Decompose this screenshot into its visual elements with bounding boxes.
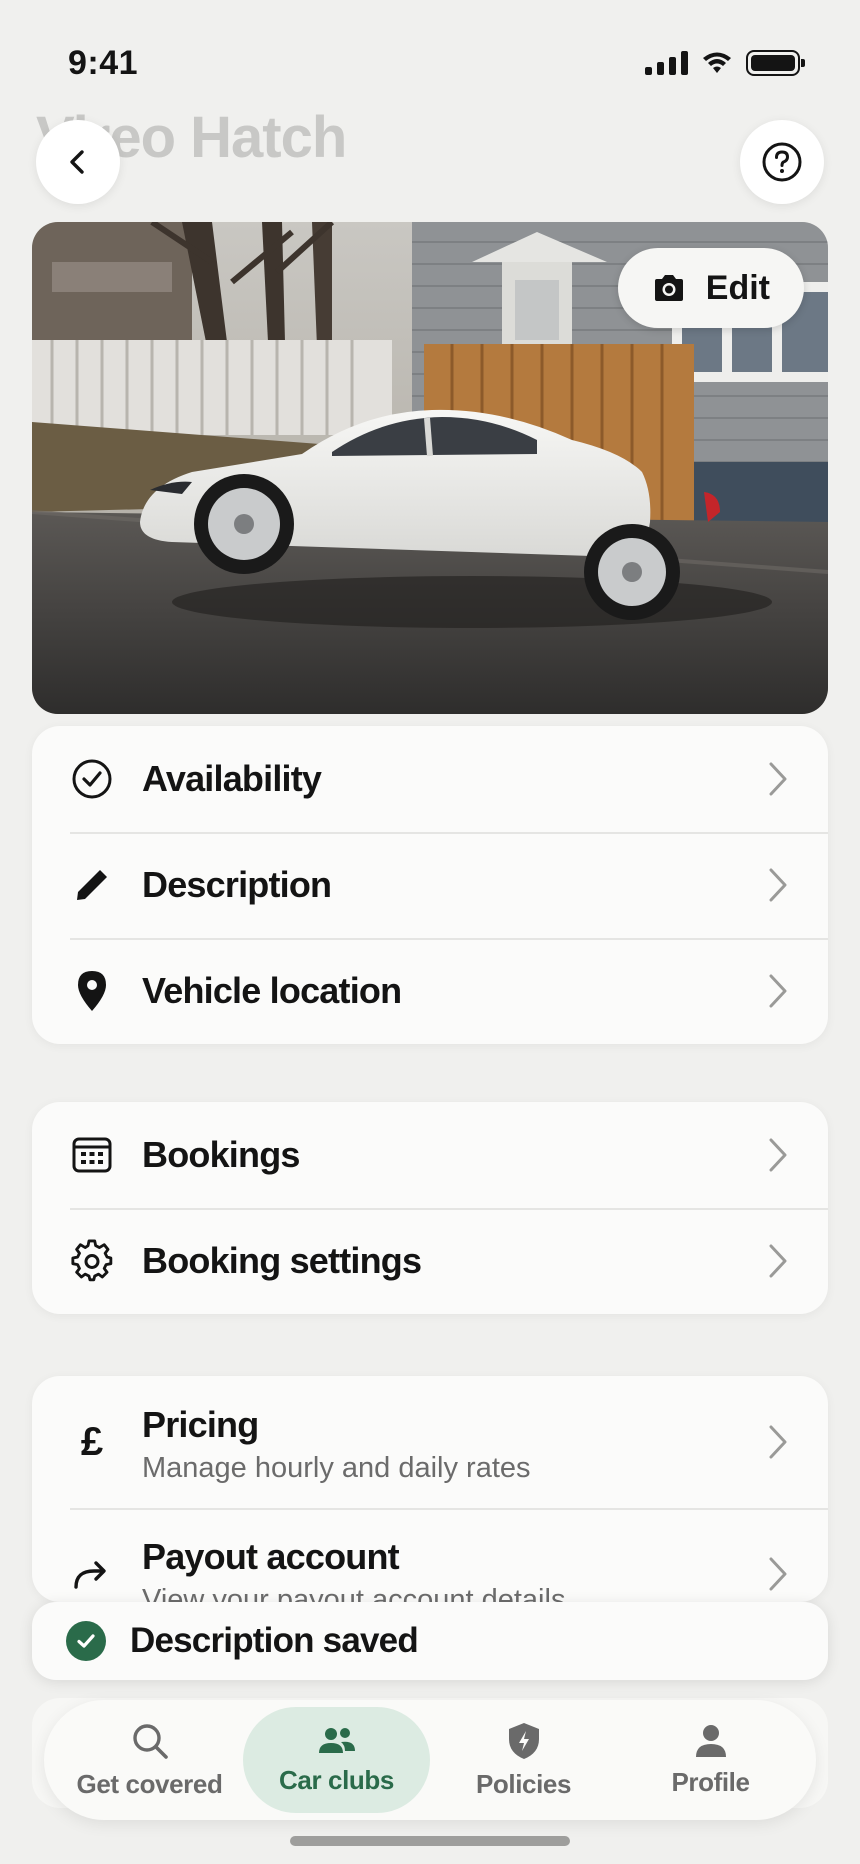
menu-item-payout-account[interactable]: Payout account View your payout account … [32, 1508, 828, 1602]
person-icon [695, 1724, 726, 1757]
tab-label: Profile [671, 1766, 750, 1797]
menu-item-description[interactable]: Description [32, 832, 828, 938]
tab-policies[interactable]: Policies [430, 1707, 617, 1813]
location-pin-icon [70, 969, 114, 1013]
status-time: 9:41 [68, 44, 139, 82]
chevron-right-icon [768, 1422, 792, 1462]
bookings-group: Bookings Booking settings [32, 1102, 828, 1314]
menu-item-label: Pricing [142, 1404, 259, 1445]
status-bar: 9:41 [0, 0, 860, 110]
menu-item-label: Payout account [142, 1536, 400, 1577]
edit-photo-button[interactable]: Edit [617, 248, 804, 328]
menu-item-subtitle: Manage hourly and daily rates [142, 1452, 531, 1484]
camera-icon [654, 275, 683, 301]
wifi-icon [703, 52, 731, 73]
vehicle-photo: Edit [32, 222, 828, 714]
tab-label: Car clubs [279, 1764, 394, 1795]
help-button[interactable] [740, 120, 824, 204]
menu-item-vehicle-location[interactable]: Vehicle location [32, 938, 828, 1044]
chevron-right-icon [768, 971, 792, 1011]
tab-get-covered[interactable]: Get covered [56, 1707, 243, 1813]
menu-item-booking-settings[interactable]: Booking settings [32, 1208, 828, 1314]
menu-item-availability[interactable]: Availability [32, 726, 828, 832]
tab-profile[interactable]: Profile [617, 1707, 804, 1813]
tab-car-clubs[interactable]: Car clubs [243, 1707, 430, 1813]
chevron-right-icon [768, 1241, 792, 1281]
shield-icon [508, 1722, 539, 1759]
status-icons [645, 50, 805, 76]
chevron-right-icon [768, 759, 792, 799]
menu-item-bookings[interactable]: Bookings [32, 1102, 828, 1208]
battery-icon [746, 50, 805, 76]
signal-icon [645, 51, 688, 75]
vehicle-details-group: Availability Description Vehicle locatio… [32, 726, 828, 1044]
check-circle-icon [70, 757, 114, 801]
forward-arrow-icon [70, 1552, 114, 1596]
edit-photo-label: Edit [705, 268, 770, 307]
payments-group: £ Pricing Manage hourly and daily rates … [32, 1376, 828, 1602]
menu-item-pricing[interactable]: £ Pricing Manage hourly and daily rates [32, 1376, 828, 1508]
menu-item-subtitle: View your payout account details [142, 1584, 566, 1602]
bottom-tab-bar: Get covered Car clubs Policies Profile [44, 1700, 816, 1820]
pencil-icon [70, 863, 114, 907]
menu-item-label: Booking settings [142, 1240, 422, 1281]
success-check-icon [66, 1621, 106, 1661]
calendar-icon [70, 1133, 114, 1177]
gear-icon [70, 1239, 114, 1283]
menu-item-label: Vehicle location [142, 970, 402, 1011]
toast-message: Description saved [130, 1621, 419, 1660]
menu-item-label: Bookings [142, 1134, 300, 1175]
saved-toast: Description saved [32, 1602, 828, 1680]
tab-label: Policies [475, 1768, 572, 1799]
menu-item-label: Description [142, 864, 332, 905]
menu-item-label: Availability [142, 758, 322, 799]
people-icon [318, 1727, 355, 1753]
chevron-right-icon [768, 865, 792, 905]
chevron-right-icon [768, 1554, 792, 1594]
tab-label: Get covered [76, 1768, 223, 1799]
search-icon [132, 1723, 168, 1759]
home-indicator [290, 1836, 570, 1846]
back-button[interactable] [36, 120, 120, 204]
chevron-left-icon [70, 150, 84, 174]
chevron-right-icon [768, 1135, 792, 1175]
pound-icon: £ [80, 1419, 104, 1464]
question-circle-icon [762, 142, 802, 182]
